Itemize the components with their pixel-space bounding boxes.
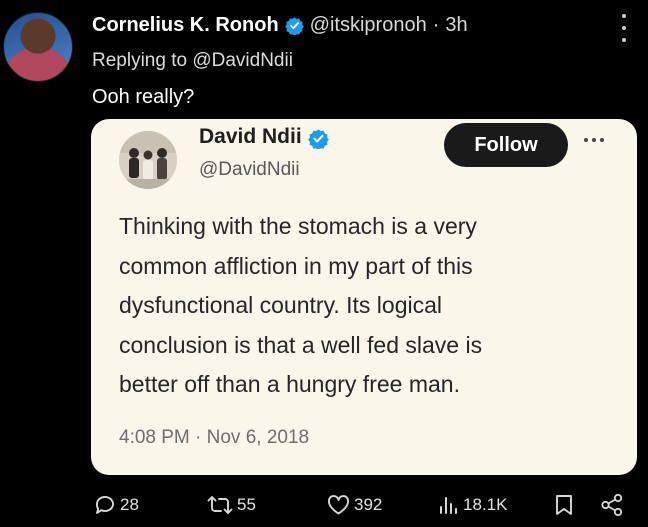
quoted-author-handle[interactable]: @DavidNdii — [199, 159, 300, 181]
quoted-tweet-text: Thinking with the stomach is a very comm… — [119, 207, 609, 405]
share-icon[interactable] — [599, 493, 625, 522]
replying-to-prefix: Replying to — [92, 50, 188, 71]
quoted-text-line: dysfunctional country. Its logical — [119, 292, 443, 318]
like-button[interactable]: 392 — [326, 493, 382, 517]
more-horizontal-icon[interactable] — [584, 138, 604, 142]
quoted-author-row: David Ndii — [199, 125, 329, 150]
verified-badge-icon — [284, 16, 304, 36]
post-text: Ooh really? — [92, 86, 195, 108]
repost-button[interactable]: 55 — [206, 493, 256, 517]
follow-button[interactable]: Follow — [444, 123, 568, 167]
quoted-text-line: Thinking with the stomach is a very — [119, 213, 477, 239]
author-handle[interactable]: @itskipronoh — [310, 14, 427, 37]
replying-to-line: Replying to @DavidNdii — [92, 50, 293, 72]
reply-button[interactable]: 28 — [93, 493, 139, 517]
post-time[interactable]: 3h — [445, 14, 467, 37]
like-count: 392 — [354, 495, 383, 514]
author-display-name[interactable]: Cornelius K. Ronoh — [92, 14, 279, 37]
bookmark-icon[interactable] — [553, 493, 575, 522]
quoted-text-line: common affliction in my part of this — [119, 252, 473, 279]
quoted-tweet-timestamp[interactable]: 4:08 PM · Nov 6, 2018 — [119, 427, 309, 449]
reply-count: 28 — [120, 495, 139, 514]
replying-to-mention[interactable]: @DavidNdii — [192, 50, 293, 71]
action-bar: 28 55 392 18.1K — [0, 491, 648, 521]
heart-icon — [326, 493, 351, 517]
quoted-verified-badge-icon — [307, 128, 329, 150]
quoted-author-avatar[interactable] — [119, 131, 177, 189]
views-icon — [436, 493, 460, 517]
meta-separator: · — [432, 14, 440, 36]
quoted-text-line: better off than a hungry free man. — [119, 371, 460, 397]
post-header: Cornelius K. Ronoh @itskipronoh · 3h — [92, 14, 468, 37]
quoted-text-line: conclusion is that a well fed slave is — [119, 331, 483, 358]
views-button[interactable]: 18.1K — [436, 493, 507, 517]
repost-count: 55 — [237, 495, 256, 514]
reply-icon — [93, 493, 117, 517]
reply-post: Cornelius K. Ronoh @itskipronoh · 3h Rep… — [0, 0, 648, 527]
avatar[interactable] — [3, 12, 73, 82]
repost-icon — [206, 493, 234, 517]
views-count: 18.1K — [463, 495, 508, 514]
quoted-author-name[interactable]: David Ndii — [199, 125, 302, 149]
quoted-tweet-card[interactable]: David Ndii @DavidNdii Follow Thinking wi… — [91, 119, 637, 475]
more-vertical-icon[interactable] — [618, 14, 630, 42]
